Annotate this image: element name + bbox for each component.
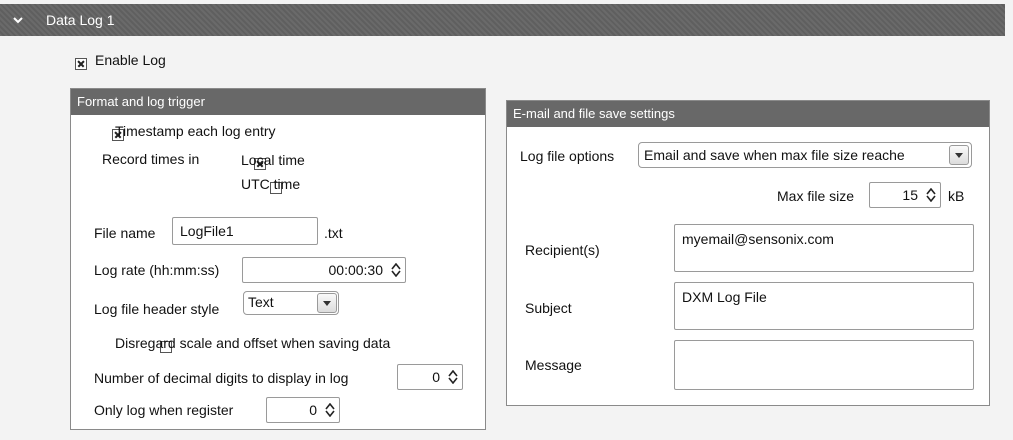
only-log-input[interactable]: 0 [266,397,340,423]
file-name-value: LogFile1 [180,223,234,239]
message-input[interactable] [674,340,974,390]
section-title: Data Log 1 [46,12,115,28]
spinner-icon[interactable] [391,263,401,277]
only-log-value: 0 [309,402,317,418]
header-style-label: Log file header style [94,301,220,317]
log-file-options-label: Log file options [520,148,615,164]
decimal-digits-input[interactable]: 0 [397,364,463,390]
dropdown-arrow-icon[interactable] [949,145,969,165]
subject-value: DXM Log File [682,289,767,305]
log-rate-value: 00:00:30 [328,262,384,278]
header-style-value: Text [248,294,274,310]
decimal-digits-label: Number of decimal digits to display in l… [94,370,349,386]
spinner-icon[interactable] [926,188,936,202]
spinner-icon[interactable] [448,370,458,384]
file-name-label: File name [94,225,156,241]
enable-log-label: Enable Log [95,52,166,68]
log-file-options-value: Email and save when max file size reache [644,147,905,163]
utc-time-label: UTC time [241,176,301,192]
recipients-input[interactable]: myemail@sensonix.com [674,224,974,272]
max-file-size-unit: kB [948,188,965,204]
log-file-options-select[interactable]: Email and save when max file size reache [638,142,972,168]
dropdown-arrow-icon[interactable] [317,293,337,313]
recipients-label: Recipient(s) [525,242,600,258]
spinner-icon[interactable] [325,403,335,417]
subject-label: Subject [525,300,572,316]
disregard-scale-label: Disregard scale and offset when saving d… [115,335,391,351]
header-style-select[interactable]: Text [243,291,339,315]
format-panel-title: Format and log trigger [71,89,485,115]
only-log-label: Only log when register [94,402,234,418]
local-time-label: Local time [241,152,305,168]
timestamp-label: Timestamp each log entry [115,123,276,139]
recipients-value: myemail@sensonix.com [682,231,834,247]
subject-input[interactable]: DXM Log File [674,282,974,330]
file-name-input[interactable]: LogFile1 [172,217,318,245]
max-file-size-value: 15 [902,187,918,203]
section-header[interactable]: Data Log 1 [0,4,1005,36]
log-rate-input[interactable]: 00:00:30 [242,257,406,283]
decimal-digits-value: 0 [432,369,440,385]
max-file-size-input[interactable]: 15 [869,182,941,208]
file-extension: .txt [324,225,343,241]
max-file-size-label: Max file size [777,188,855,204]
email-panel-title: E-mail and file save settings [507,101,989,127]
record-times-label: Record times in [102,151,200,167]
chevron-down-icon[interactable] [10,12,26,28]
log-rate-label: Log rate (hh:mm:ss) [94,262,220,278]
message-label: Message [525,357,582,373]
enable-log-checkbox[interactable] [75,58,87,71]
